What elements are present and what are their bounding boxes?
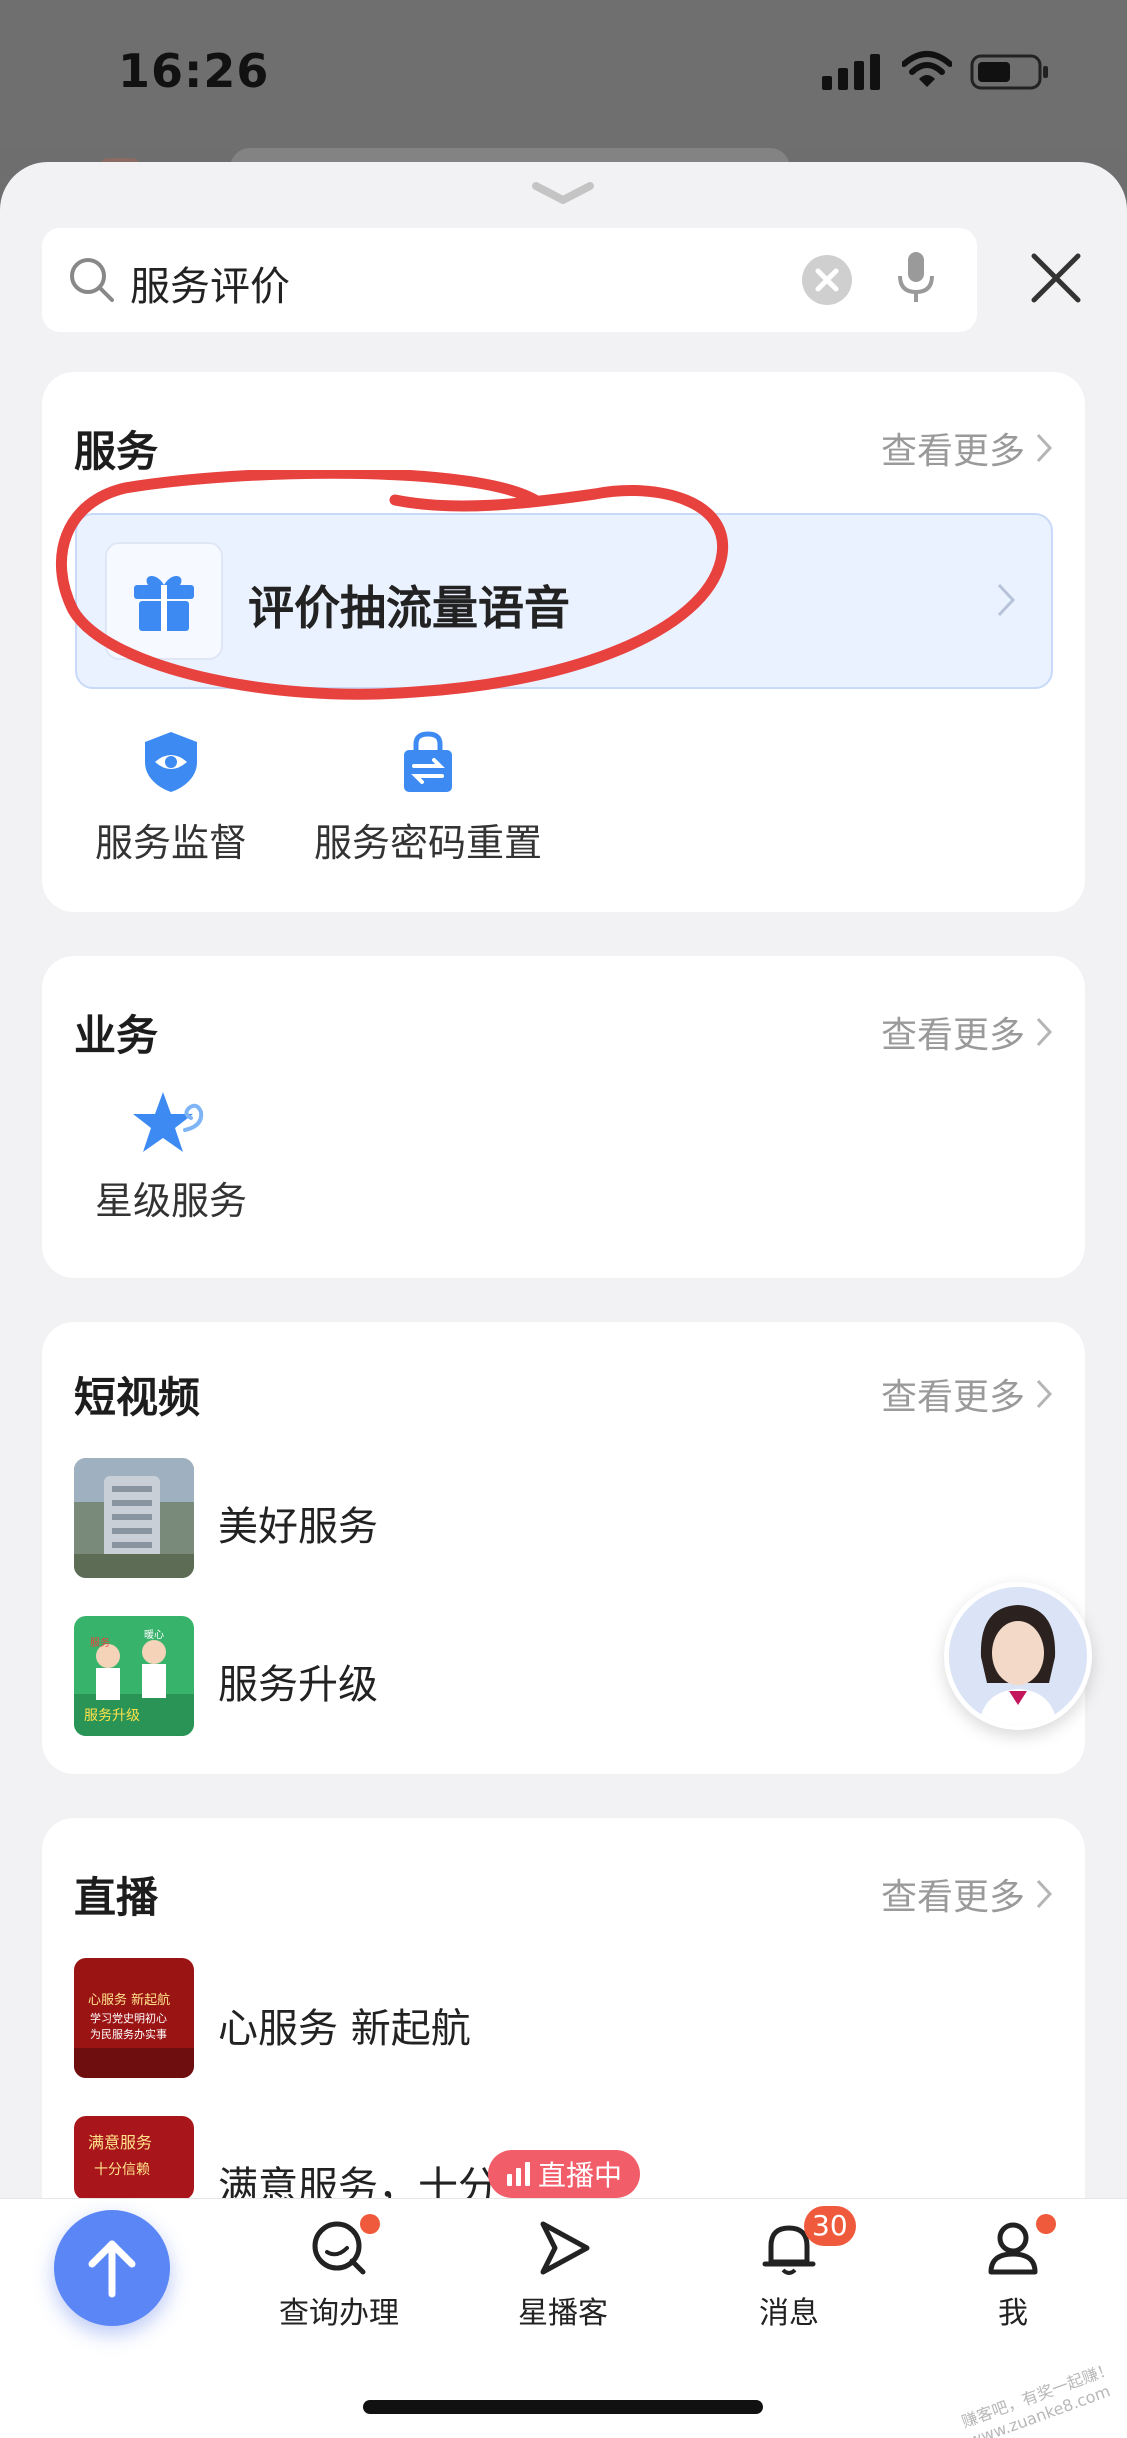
business-more-link[interactable]: 查看更多 bbox=[881, 1006, 1053, 1058]
service-password-reset-item[interactable]: 服务密码重置 bbox=[308, 730, 548, 867]
short-video-more-link[interactable]: 查看更多 bbox=[881, 1368, 1053, 1420]
business-title: 业务 bbox=[74, 1011, 159, 1060]
live-now-label: 直播中 bbox=[537, 2159, 622, 2192]
home-indicator bbox=[363, 2400, 763, 2414]
chevron-right-icon bbox=[1036, 1879, 1053, 1909]
live-thumbnail-text: 心服务 新起航 bbox=[88, 1992, 170, 2008]
assistant-avatar[interactable] bbox=[944, 1582, 1092, 1730]
service-supervision-item[interactable]: 服务监督 bbox=[86, 730, 256, 867]
tab-star-podcast[interactable]: 星播客 bbox=[478, 2218, 648, 2332]
live-thumbnail-text: 十分信赖 bbox=[94, 2162, 150, 2178]
video-thumbnail-text: 服务 bbox=[90, 1636, 110, 1649]
live-thumbnail-text: 满意服务 bbox=[88, 2133, 152, 2152]
video-thumbnail-upgrade[interactable]: 服务 暖心 服务升级 bbox=[74, 1616, 194, 1736]
live-title-item[interactable]: 心服务 新起航 bbox=[218, 1996, 471, 2054]
shield-eye-icon bbox=[145, 732, 197, 792]
live-more-label: 查看更多 bbox=[880, 1877, 1025, 1918]
service-supervision-label: 服务监督 bbox=[94, 821, 247, 865]
search-icon bbox=[70, 258, 114, 302]
notification-dot bbox=[360, 2214, 380, 2234]
person-icon bbox=[988, 2222, 1038, 2275]
lock-swap-icon bbox=[404, 731, 452, 792]
live-now-badge[interactable]: 直播中 bbox=[488, 2150, 640, 2198]
star-service-item[interactable]: 星级服务 bbox=[86, 1090, 256, 1225]
service-password-reset-label: 服务密码重置 bbox=[313, 821, 542, 865]
short-video-card: 短视频 查看更多 bbox=[42, 1322, 1085, 1774]
close-icon[interactable] bbox=[1030, 252, 1082, 304]
star-swirl-icon bbox=[133, 1092, 204, 1152]
collapse-chevron-icon[interactable] bbox=[530, 180, 596, 208]
chevron-right-icon bbox=[997, 583, 1016, 617]
battery-icon bbox=[970, 54, 1048, 90]
annotation-circle bbox=[55, 470, 729, 700]
video-title[interactable]: 美好服务 bbox=[218, 1494, 378, 1552]
play-arrow-icon bbox=[540, 2221, 590, 2275]
star-service-label: 星级服务 bbox=[94, 1179, 247, 1223]
short-video-title: 短视频 bbox=[74, 1373, 201, 1422]
wifi-icon bbox=[902, 51, 952, 87]
tab-me[interactable]: 我 bbox=[928, 2218, 1098, 2332]
status-bar: 16:26 bbox=[0, 0, 1127, 150]
tab-messages-label: 消息 bbox=[759, 2296, 819, 2331]
short-video-more-label: 查看更多 bbox=[880, 1377, 1025, 1418]
message-count-badge: 30 bbox=[804, 2206, 856, 2246]
tab-query[interactable]: 查询办理 bbox=[254, 2218, 424, 2332]
search-input[interactable]: 服务评价 bbox=[130, 254, 290, 312]
video-thumbnail-text: 暖心 bbox=[144, 1628, 164, 1641]
business-more-label: 查看更多 bbox=[880, 1015, 1025, 1056]
microphone-icon[interactable] bbox=[896, 250, 936, 306]
signal-bars-icon bbox=[506, 2162, 530, 2186]
notification-dot bbox=[1036, 2214, 1056, 2234]
clear-icon[interactable] bbox=[802, 255, 852, 305]
tab-star-podcast-label: 星播客 bbox=[518, 2296, 608, 2331]
video-title[interactable]: 服务升级 bbox=[218, 1652, 378, 1710]
live-thumbnail-heart-service[interactable]: 心服务 新起航 学习党史明初心 为民服务办实事 bbox=[74, 1958, 194, 2078]
tab-me-label: 我 bbox=[998, 2296, 1028, 2331]
live-thumbnail-text: 为民服务办实事 bbox=[90, 2027, 167, 2041]
arrow-up-icon bbox=[88, 2240, 136, 2298]
service-more-link[interactable]: 查看更多 bbox=[881, 422, 1053, 474]
live-thumbnail-satisfaction[interactable]: 满意服务 十分信赖 bbox=[74, 2116, 194, 2200]
status-time: 16:26 bbox=[118, 44, 270, 98]
signal-icon bbox=[822, 54, 880, 90]
chevron-right-icon bbox=[1036, 433, 1053, 463]
live-thumbnail-text: 学习党史明初心 bbox=[90, 2011, 167, 2025]
video-thumbnail-building[interactable] bbox=[74, 1458, 194, 1578]
live-title: 直播 bbox=[74, 1873, 159, 1922]
chevron-right-icon bbox=[1036, 1379, 1053, 1409]
tab-query-label: 查询办理 bbox=[279, 2296, 399, 2331]
video-thumbnail-text: 服务升级 bbox=[84, 1708, 140, 1724]
scroll-to-top-button[interactable] bbox=[54, 2210, 170, 2326]
live-more-link[interactable]: 查看更多 bbox=[881, 1868, 1053, 1920]
chevron-right-icon bbox=[1036, 1017, 1053, 1047]
service-more-label: 查看更多 bbox=[880, 431, 1025, 472]
